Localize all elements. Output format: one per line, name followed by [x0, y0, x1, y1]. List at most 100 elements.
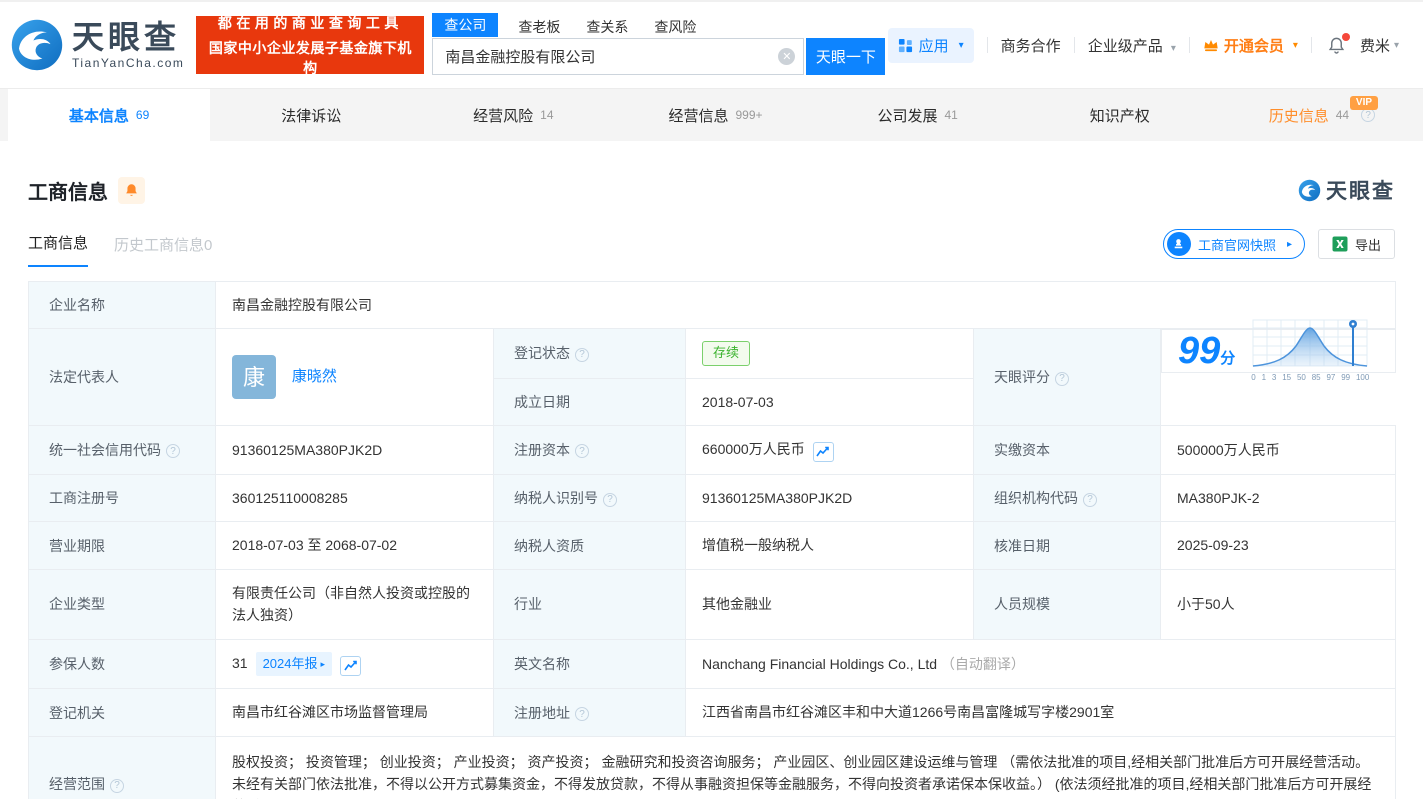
export-label: 导出 [1355, 235, 1381, 254]
search-button[interactable]: 天眼一下 [806, 38, 885, 75]
taxpayer-id-label: 纳税人识别号? [494, 474, 686, 521]
notifications-button[interactable] [1327, 36, 1346, 55]
score-unit: 分 [1220, 350, 1235, 367]
business-info-table: 企业名称 南昌金融控股有限公司 法定代表人 康 康晓然 登记状态? 存续 天眼评… [28, 281, 1396, 799]
slogan-banner: 都在用的商业查询工具 国家中小企业发展子基金旗下机构 [196, 16, 424, 74]
main-content: 工商信息 天眼查 工商信息 历史工商信息0 [0, 175, 1423, 799]
chevron-down-icon: ▾ [1293, 40, 1298, 51]
notification-dot [1342, 33, 1350, 41]
nav-business-cooperation[interactable]: 商务合作 [1001, 35, 1061, 56]
table-row: 经营范围? 股权投资； 投资管理； 创业投资； 产业投资； 资产投资； 金融研究… [29, 736, 1396, 799]
help-icon[interactable]: ? [1361, 108, 1375, 122]
help-icon[interactable]: ? [575, 348, 589, 362]
report-badge-label: 2024年报 [263, 654, 318, 675]
industry-value: 其他金融业 [686, 569, 974, 639]
nav-enterprise-products[interactable]: 企业级产品 ▾ [1088, 35, 1176, 56]
search-tab-relation[interactable]: 查关系 [586, 17, 628, 37]
watermark-text: 天眼查 [1326, 175, 1395, 205]
tab-history-info[interactable]: 历史信息 44 ? VIP [1221, 89, 1423, 141]
user-menu[interactable]: 费米 ▾ [1360, 35, 1399, 56]
reg-status-label: 登记状态? [494, 329, 686, 378]
subtab-business-info[interactable]: 工商信息 [28, 232, 88, 267]
score-axis-ticks: 0131550859799100 [1251, 372, 1369, 385]
help-icon[interactable]: ? [603, 493, 617, 507]
trend-chart-icon[interactable] [340, 656, 361, 676]
tab-label: 基本信息 [69, 105, 129, 126]
score-value: 99分 [1161, 329, 1396, 373]
tab-count: 44 [1336, 108, 1349, 122]
help-icon[interactable]: ? [1083, 493, 1097, 507]
tab-label: 知识产权 [1090, 105, 1150, 126]
section-title: 工商信息 [28, 176, 108, 205]
insured-count-value: 31 2024年报▸ [216, 639, 494, 689]
industry-label: 行业 [494, 569, 686, 639]
bell-icon [124, 183, 139, 198]
score-distribution-chart: 0131550859799100 [1251, 318, 1369, 385]
chevron-down-icon: ▾ [959, 40, 964, 51]
help-icon[interactable]: ? [575, 444, 589, 458]
reg-address-value: 江西省南昌市红谷滩区丰和中大道1266号南昌富隆城写字楼2901室 [686, 689, 1396, 736]
score-number: 99 [1178, 330, 1220, 372]
reg-authority-value: 南昌市红谷滩区市场监督管理局 [216, 689, 494, 736]
table-row: 营业期限 2018-07-03 至 2068-07-02 纳税人资质 增值税一般… [29, 522, 1396, 569]
monitor-bell-button[interactable] [118, 177, 145, 204]
table-row: 法定代表人 康 康晓然 登记状态? 存续 天眼评分? 99分 [29, 329, 1396, 378]
export-button[interactable]: 导出 [1318, 229, 1395, 259]
tab-intellectual-property[interactable]: 知识产权 [1019, 89, 1221, 141]
business-term-value: 2018-07-03 至 2068-07-02 [216, 522, 494, 569]
english-name-label: 英文名称 [494, 639, 686, 689]
establish-date-value: 2018-07-03 [686, 378, 974, 425]
app-grid-icon [898, 38, 913, 53]
search-tab-risk[interactable]: 查风险 [654, 17, 696, 37]
insured-count-label: 参保人数 [29, 639, 216, 689]
reg-address-label: 注册地址? [494, 689, 686, 736]
table-row: 企业名称 南昌金融控股有限公司 [29, 282, 1396, 329]
divider [987, 37, 988, 53]
tab-company-development[interactable]: 公司发展 41 [817, 89, 1019, 141]
help-icon[interactable]: ? [1055, 372, 1069, 386]
divider [1074, 37, 1075, 53]
table-row: 企业类型 有限责任公司（非自然人投资或控股的法人独资） 行业 其他金融业 人员规… [29, 569, 1396, 639]
subtab-history-business-info[interactable]: 历史工商信息0 [114, 234, 212, 267]
legal-rep-value: 康 康晓然 [216, 329, 494, 426]
tianyancha-logo[interactable]: 天眼查 TianYanCha.com [10, 18, 184, 72]
tab-label: 公司发展 [877, 105, 937, 126]
slogan-line1: 都在用的商业查询工具 [206, 13, 414, 33]
search-tab-boss[interactable]: 查老板 [518, 17, 560, 37]
tab-count: 999+ [735, 108, 762, 122]
official-snapshot-button[interactable]: 工商官网快照 ▸ [1163, 229, 1305, 259]
tab-label: 经营信息 [668, 105, 728, 126]
search-area: 查公司 查老板 查关系 查风险 ✕ 天眼一下 [432, 15, 885, 75]
tab-legal-proceedings[interactable]: 法律诉讼 [210, 89, 412, 141]
company-type-value: 有限责任公司（非自然人投资或控股的法人独资） [216, 569, 494, 639]
approval-date-value: 2025-09-23 [1161, 522, 1396, 569]
field-label: 统一社会信用代码 [49, 442, 161, 458]
field-label: 组织机构代码 [994, 490, 1078, 506]
annual-report-badge[interactable]: 2024年报▸ [256, 652, 332, 677]
status-badge: 存续 [702, 341, 750, 365]
avatar[interactable]: 康 [232, 355, 276, 399]
auto-translate-note: （自动翻译） [941, 656, 1025, 672]
chevron-right-icon: ▸ [321, 657, 326, 671]
tab-operating-info[interactable]: 经营信息 999+ [614, 89, 816, 141]
help-icon[interactable]: ? [110, 779, 124, 793]
search-tab-company[interactable]: 查公司 [432, 13, 498, 37]
apps-menu[interactable]: 应用 ▾ [888, 28, 974, 63]
reg-capital-value: 660000万人民币 [686, 425, 974, 474]
paid-capital-value: 500000万人民币 [1161, 425, 1396, 474]
chevron-right-icon: ▸ [1287, 239, 1292, 250]
search-input[interactable] [432, 38, 804, 75]
apps-label: 应用 [919, 35, 949, 56]
help-icon[interactable]: ? [575, 707, 589, 721]
watermark-logo: 天眼查 [1298, 175, 1395, 205]
legal-rep-link[interactable]: 康晓然 [292, 368, 337, 385]
tab-basic-info[interactable]: 基本信息 69 [8, 89, 210, 141]
page-header: 天眼查 TianYanCha.com 都在用的商业查询工具 国家中小企业发展子基… [0, 2, 1423, 88]
help-icon[interactable]: ? [166, 444, 180, 458]
top-nav: 应用 ▾ 商务合作 企业级产品 ▾ 开通会员 ▾ 费米 [888, 28, 1399, 63]
open-vip-button[interactable]: 开通会员 ▾ [1203, 35, 1298, 56]
tab-operating-risk[interactable]: 经营风险 14 [412, 89, 614, 141]
trend-chart-icon[interactable] [813, 442, 834, 462]
field-value: 31 [232, 655, 248, 671]
table-row: 工商注册号 360125110008285 纳税人识别号? 91360125MA… [29, 474, 1396, 521]
